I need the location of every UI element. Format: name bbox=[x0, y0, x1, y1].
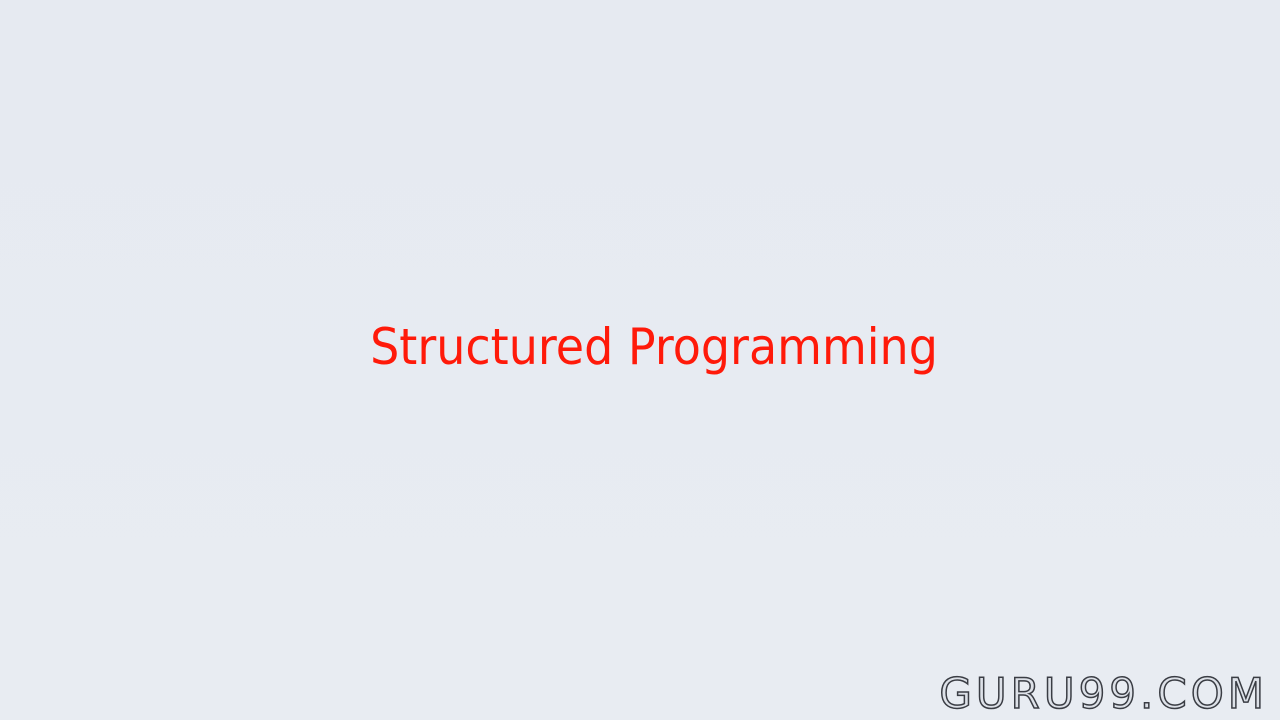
watermark-logo-text: GURU99.COM bbox=[939, 669, 1268, 719]
watermark: GURU99.COM bbox=[939, 668, 1268, 719]
slide-title: Structured Programming bbox=[370, 318, 938, 376]
video-slide: Structured Programming GURU99.COM bbox=[0, 0, 1280, 720]
